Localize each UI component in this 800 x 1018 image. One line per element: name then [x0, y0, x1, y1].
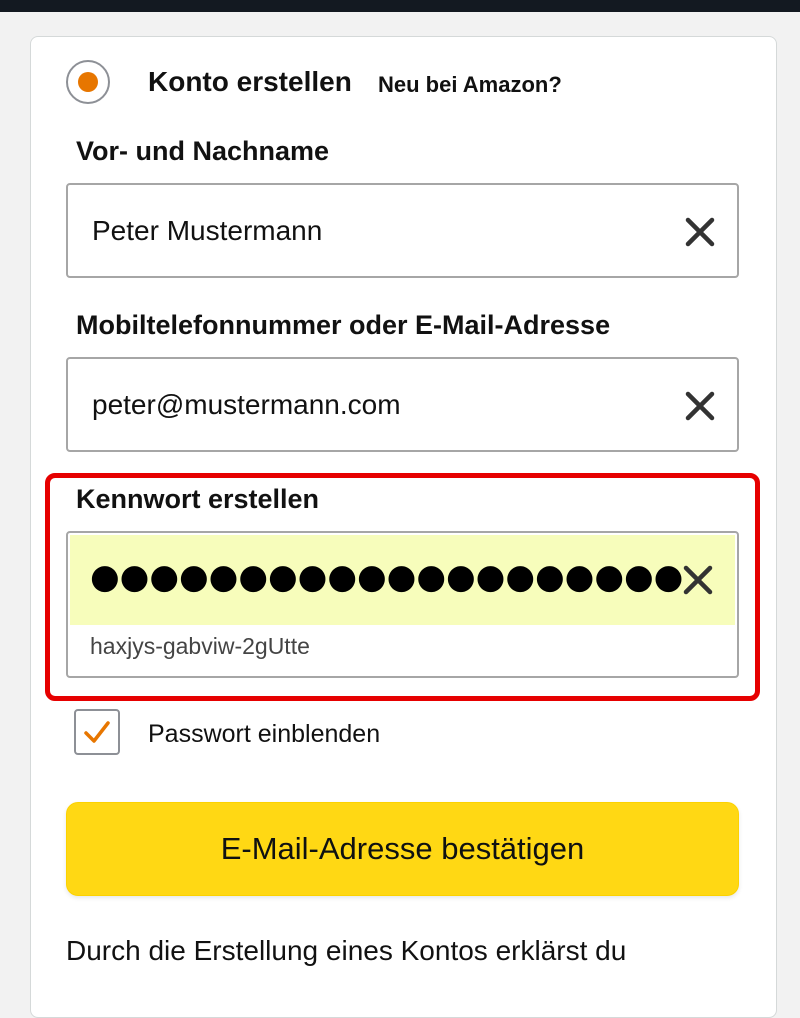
radio-selected-dot: [78, 72, 98, 92]
create-account-radio[interactable]: [66, 60, 110, 104]
name-value: Peter Mustermann: [92, 215, 323, 246]
contact-label: Mobiltelefonnummer oder E-Mail-Adresse: [76, 310, 611, 340]
password-input[interactable]: ●●●●●●●●●●●●●●●●●●●●: [70, 535, 735, 625]
email-value: peter@mustermann.com: [92, 389, 401, 420]
password-masked-value: ●●●●●●●●●●●●●●●●●●●●: [90, 557, 684, 597]
checkmark-icon: [84, 721, 110, 743]
password-suggestion[interactable]: haxjys-gabviw-2gUtte: [90, 633, 310, 660]
top-bar: [0, 0, 800, 12]
show-password-label[interactable]: Passwort einblenden: [148, 720, 380, 749]
close-icon[interactable]: [681, 563, 715, 597]
close-icon[interactable]: [683, 215, 717, 249]
legal-text: Durch die Erstellung eines Kontos erklär…: [66, 935, 627, 966]
email-field[interactable]: peter@mustermann.com: [66, 357, 739, 452]
password-label: Kennwort erstellen: [76, 484, 320, 514]
password-field[interactable]: ●●●●●●●●●●●●●●●●●●●● haxjys-gabviw-2gUtt…: [66, 531, 739, 678]
close-icon[interactable]: [683, 389, 717, 423]
confirm-email-button[interactable]: E-Mail-Adresse bestätigen: [66, 802, 739, 896]
create-account-title: Konto erstellen: [148, 66, 352, 97]
show-password-checkbox[interactable]: [74, 709, 120, 755]
create-account-subtitle: Neu bei Amazon?: [378, 72, 562, 97]
name-label: Vor- und Nachname: [76, 136, 330, 166]
name-field[interactable]: Peter Mustermann: [66, 183, 739, 278]
